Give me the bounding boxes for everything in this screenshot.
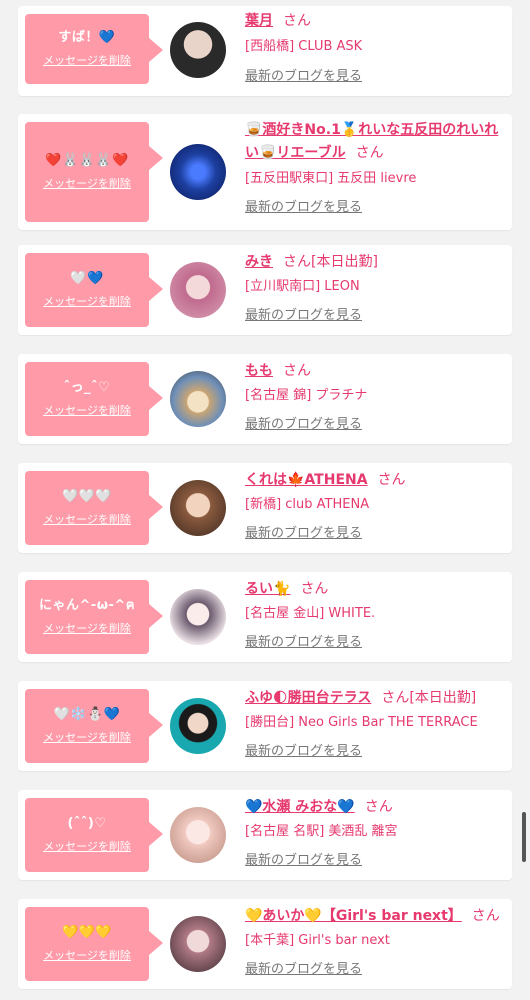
honorific: さん xyxy=(381,690,410,706)
avatar[interactable] xyxy=(170,589,226,645)
cast-name-link[interactable]: もも xyxy=(245,363,273,379)
avatar[interactable] xyxy=(170,480,226,536)
message-bubble: 💛💛💛 メッセージを削除 xyxy=(25,907,163,981)
latest-blog-link[interactable]: 最新のブログを見る xyxy=(245,961,507,979)
message-text: ˆ⁠っ⁠_⁠ˆ⁠♡ xyxy=(63,380,111,395)
shop-name: [勝田台] Neo Girls Bar THE TERRACE xyxy=(245,715,478,730)
shop-name: [名古屋 錦] プラチナ xyxy=(245,388,368,403)
message-text: 🤍❄️⛄💙 xyxy=(53,707,121,722)
delete-message-link[interactable]: メッセージを削除 xyxy=(25,729,149,745)
message-bubble: にゃん^-ω-^ฅ メッセージを削除 xyxy=(25,580,163,654)
cast-name-link[interactable]: 葉月 xyxy=(245,13,273,29)
shop-name: [本千葉] Girl's bar next xyxy=(245,933,390,948)
chat-card-9: 💛💛💛 メッセージを削除 💛あいか💛【Girl's bar next】 さん [本… xyxy=(18,899,512,989)
latest-blog-link[interactable]: 最新のブログを見る xyxy=(245,416,507,434)
message-text: 🤍💙 xyxy=(70,271,104,286)
avatar[interactable] xyxy=(170,807,226,863)
avatar[interactable] xyxy=(170,698,226,754)
latest-blog-link[interactable]: 最新のブログを見る xyxy=(245,743,507,761)
honorific: さん xyxy=(283,254,311,270)
chat-card-2: ❤️🐰🐰🐰❤️ メッセージを削除 🥃酒好きNo.1🥇れいな五反田のれいれい🥃リエ… xyxy=(18,114,512,230)
chat-card-7: 🤍❄️⛄💙 メッセージを削除 ふゆ🌓勝田台テラス さん[本日出勤] [勝田台] N… xyxy=(18,681,512,771)
avatar[interactable] xyxy=(170,916,226,972)
message-bubble: (ˆˆ)♡ メッセージを削除 xyxy=(25,798,163,872)
chat-card-1: すば！💙 メッセージを削除 葉月 さん [西船橋] CLUB ASK 最新のブログ… xyxy=(18,6,512,96)
delete-message-link[interactable]: メッセージを削除 xyxy=(25,947,149,963)
shop-name: [名古屋 金山] WHITE. xyxy=(245,606,376,621)
honorific: さん xyxy=(377,472,406,488)
delete-message-link[interactable]: メッセージを削除 xyxy=(25,402,149,418)
delete-message-link[interactable]: メッセージを削除 xyxy=(25,52,149,68)
honorific: さん xyxy=(283,13,311,29)
message-text: 🤍🤍🤍 xyxy=(61,489,113,504)
delete-message-link[interactable]: メッセージを削除 xyxy=(25,838,149,854)
delete-message-link[interactable]: メッセージを削除 xyxy=(25,620,149,636)
shop-name: [西船橋] CLUB ASK xyxy=(245,39,363,54)
scrollbar[interactable] xyxy=(522,812,526,862)
message-bubble: 🤍💙 メッセージを削除 xyxy=(25,253,163,327)
cast-name-link[interactable]: 💛あいか💛【Girl's bar next】 xyxy=(245,908,462,924)
delete-message-link[interactable]: メッセージを削除 xyxy=(25,175,149,191)
chat-card-3: 🤍💙 メッセージを削除 みき さん[本日出勤] [立川駅南口] LEON 最新のブ… xyxy=(18,245,512,335)
honorific: さん xyxy=(355,145,384,161)
latest-blog-link[interactable]: 最新のブログを見る xyxy=(245,68,507,86)
message-bubble: ˆ⁠っ⁠_⁠ˆ⁠♡ メッセージを削除 xyxy=(25,362,163,436)
honorific: さん xyxy=(364,799,393,815)
chat-card-4: ˆ⁠っ⁠_⁠ˆ⁠♡ メッセージを削除 もも さん [名古屋 錦] プラチナ 最新の… xyxy=(18,354,512,444)
latest-blog-link[interactable]: 最新のブログを見る xyxy=(245,525,507,543)
chat-card-6: にゃん^-ω-^ฅ メッセージを削除 るい🐈 さん [名古屋 金山] WHITE.… xyxy=(18,572,512,662)
delete-message-link[interactable]: メッセージを削除 xyxy=(25,511,149,527)
message-bubble: 🤍❄️⛄💙 メッセージを削除 xyxy=(25,689,163,763)
chat-card-8: (ˆˆ)♡ メッセージを削除 💙水瀬 みおな💙 さん [名古屋 名駅] 美酒乱 離… xyxy=(18,790,512,880)
avatar[interactable] xyxy=(170,144,226,200)
latest-blog-link[interactable]: 最新のブログを見る xyxy=(245,634,507,652)
avatar[interactable] xyxy=(170,371,226,427)
latest-blog-link[interactable]: 最新のブログを見る xyxy=(245,199,507,217)
shop-name: [新橋] club ATHENA xyxy=(245,497,370,512)
message-bubble: 🤍🤍🤍 メッセージを削除 xyxy=(25,471,163,545)
shop-name: [五反田駅東口] 五反田 lievre xyxy=(245,171,417,186)
cast-name-link[interactable]: くれは🍁ATHENA xyxy=(245,472,368,488)
message-text: すば！💙 xyxy=(58,30,116,45)
cast-name-link[interactable]: みき xyxy=(245,254,273,270)
cast-name-link[interactable]: 💙水瀬 みおな💙 xyxy=(245,799,355,815)
avatar[interactable] xyxy=(170,262,226,318)
message-text: 💛💛💛 xyxy=(61,925,113,940)
cast-name-link[interactable]: ふゆ🌓勝田台テラス xyxy=(245,690,371,706)
shop-name: [名古屋 名駅] 美酒乱 離宮 xyxy=(245,824,398,839)
message-text: にゃん^-ω-^ฅ xyxy=(38,598,136,613)
latest-blog-link[interactable]: 最新のブログを見る xyxy=(245,852,507,870)
shop-name: [立川駅南口] LEON xyxy=(245,279,360,294)
honorific: さん xyxy=(300,581,329,597)
cast-name-link[interactable]: るい🐈 xyxy=(245,581,290,597)
working-today-tag: [本日出勤] xyxy=(311,254,378,270)
latest-blog-link[interactable]: 最新のブログを見る xyxy=(245,307,507,325)
message-bubble: すば！💙 メッセージを削除 xyxy=(25,14,163,84)
honorific: さん xyxy=(471,908,500,924)
honorific: さん xyxy=(283,363,311,379)
avatar[interactable] xyxy=(170,22,226,78)
message-text: ❤️🐰🐰🐰❤️ xyxy=(45,153,129,168)
message-text: (ˆˆ)♡ xyxy=(67,816,107,831)
chat-card-5: 🤍🤍🤍 メッセージを削除 くれは🍁ATHENA さん [新橋] club ATHE… xyxy=(18,463,512,553)
delete-message-link[interactable]: メッセージを削除 xyxy=(25,293,149,309)
working-today-tag: [本日出勤] xyxy=(409,690,477,706)
message-bubble: ❤️🐰🐰🐰❤️ メッセージを削除 xyxy=(25,122,163,222)
